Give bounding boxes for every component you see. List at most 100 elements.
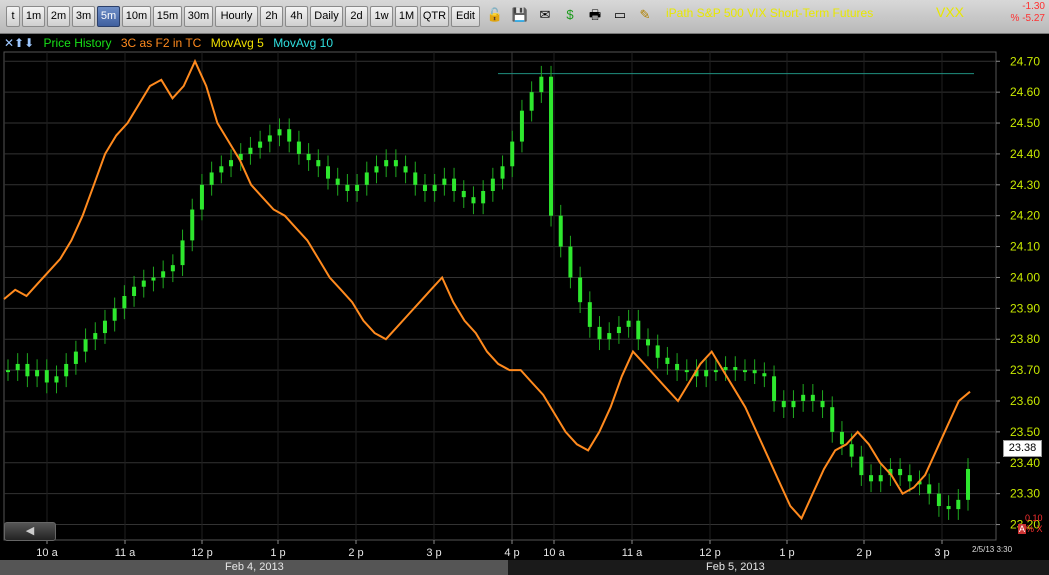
candle-body [413,172,418,185]
y-tick-label: 24.40 [1010,147,1040,161]
candle-body [461,190,466,198]
candle-body [15,363,20,371]
y-tick-label: 24.70 [1010,54,1040,68]
candle-body [966,468,970,500]
candle-body [141,280,146,287]
candle-body [199,184,204,210]
candle-body [500,166,505,179]
y-tick-label: 24.00 [1010,270,1040,284]
candle-body [93,333,98,340]
candle-body [578,277,583,303]
candle-body [704,370,709,377]
candle-body [471,197,476,204]
candle-body [762,373,767,377]
candle-body [190,209,195,241]
candle-body [655,345,660,358]
candle-body [675,363,680,371]
candle-body [54,376,59,383]
x-tick-label: 10 a [36,547,58,559]
candle-body [73,351,78,364]
y-tick-label: 23.40 [1010,456,1040,470]
y-tick-label: 23.60 [1010,394,1040,408]
x-tick-label: 1 p [270,547,285,559]
price-chart[interactable]: 23.2023.3023.4023.5023.6023.7023.8023.90… [0,0,1049,575]
y-tick-label: 24.60 [1010,85,1040,99]
candle-body [772,376,777,402]
candle-body [316,160,321,167]
x-tick-label: 10 a [543,547,565,559]
candle-body [713,370,718,373]
x-tick-label: 3 p [426,547,441,559]
candle-body [558,215,563,247]
candle-body [519,110,524,142]
candle-body [384,160,389,167]
candle-body [393,160,398,167]
candle-body [549,76,554,216]
candle-body [839,431,844,445]
candle-body [364,172,369,185]
x-tick-label: 1 p [779,547,794,559]
candle-body [801,394,806,402]
y-tick-label: 23.70 [1010,363,1040,377]
candle-body [287,129,292,142]
candle-body [151,277,156,281]
candle-body [64,363,69,377]
y-tick-label: 23.30 [1010,487,1040,501]
candle-body [229,160,234,167]
candle-body [432,184,437,191]
candle-body [355,184,360,191]
candle-body [296,141,301,154]
candle-body [781,401,786,408]
corner-mode[interactable]: A [1018,524,1027,534]
candle-body [248,147,253,154]
candle-body [869,475,874,482]
candle-body [267,135,272,142]
y-tick-label: 24.30 [1010,178,1040,192]
candle-body [35,370,40,377]
candle-body [258,141,263,148]
x-tick-label: 11 a [622,547,643,559]
candle-body [936,493,941,507]
candle-body [820,401,825,408]
date-bar: Feb 4, 2013 Feb 5, 2013 [0,560,1049,575]
candle-body [878,475,883,482]
candle-body [277,129,282,136]
scroll-handle[interactable]: ◀ [4,522,56,541]
corner-pct[interactable]: % X [1026,524,1043,534]
last-price-tag: 23.38 [1003,440,1042,457]
y-tick-label: 23.80 [1010,332,1040,346]
candle-body [345,184,350,191]
candle-body [830,407,835,432]
y-tick-label: 24.10 [1010,240,1040,254]
candle-body [326,166,330,179]
candle-body [83,339,88,352]
candle-body [6,370,10,373]
candle-body [616,326,621,334]
candle-body [849,444,854,457]
candle-body [733,367,738,371]
candle-body [742,370,747,373]
candle-body [442,178,447,185]
candle-body [684,370,689,373]
candle-body [898,468,903,476]
candle-body [25,363,30,377]
x-tick-label: 12 p [191,547,212,559]
candle-body [132,286,137,296]
candle-body [626,320,631,327]
candle-body [490,178,495,191]
candle-body [481,190,486,204]
candle-body [665,357,670,364]
candle-body [374,166,379,173]
timestamp: 2/5/13 3:30 [972,545,1013,554]
corner-indicator: 0.10 A% X [1018,513,1043,535]
candle-body [946,506,951,510]
candle-body [209,172,214,185]
plot-area [3,51,997,541]
y-tick-label: 23.90 [1010,301,1040,315]
x-tick-label: 2 p [348,547,363,559]
y-tick-label: 24.20 [1010,209,1040,223]
candle-body [597,326,602,340]
x-tick-label: 4 p [504,547,519,559]
candle-body [646,339,650,346]
candle-body [607,333,612,340]
